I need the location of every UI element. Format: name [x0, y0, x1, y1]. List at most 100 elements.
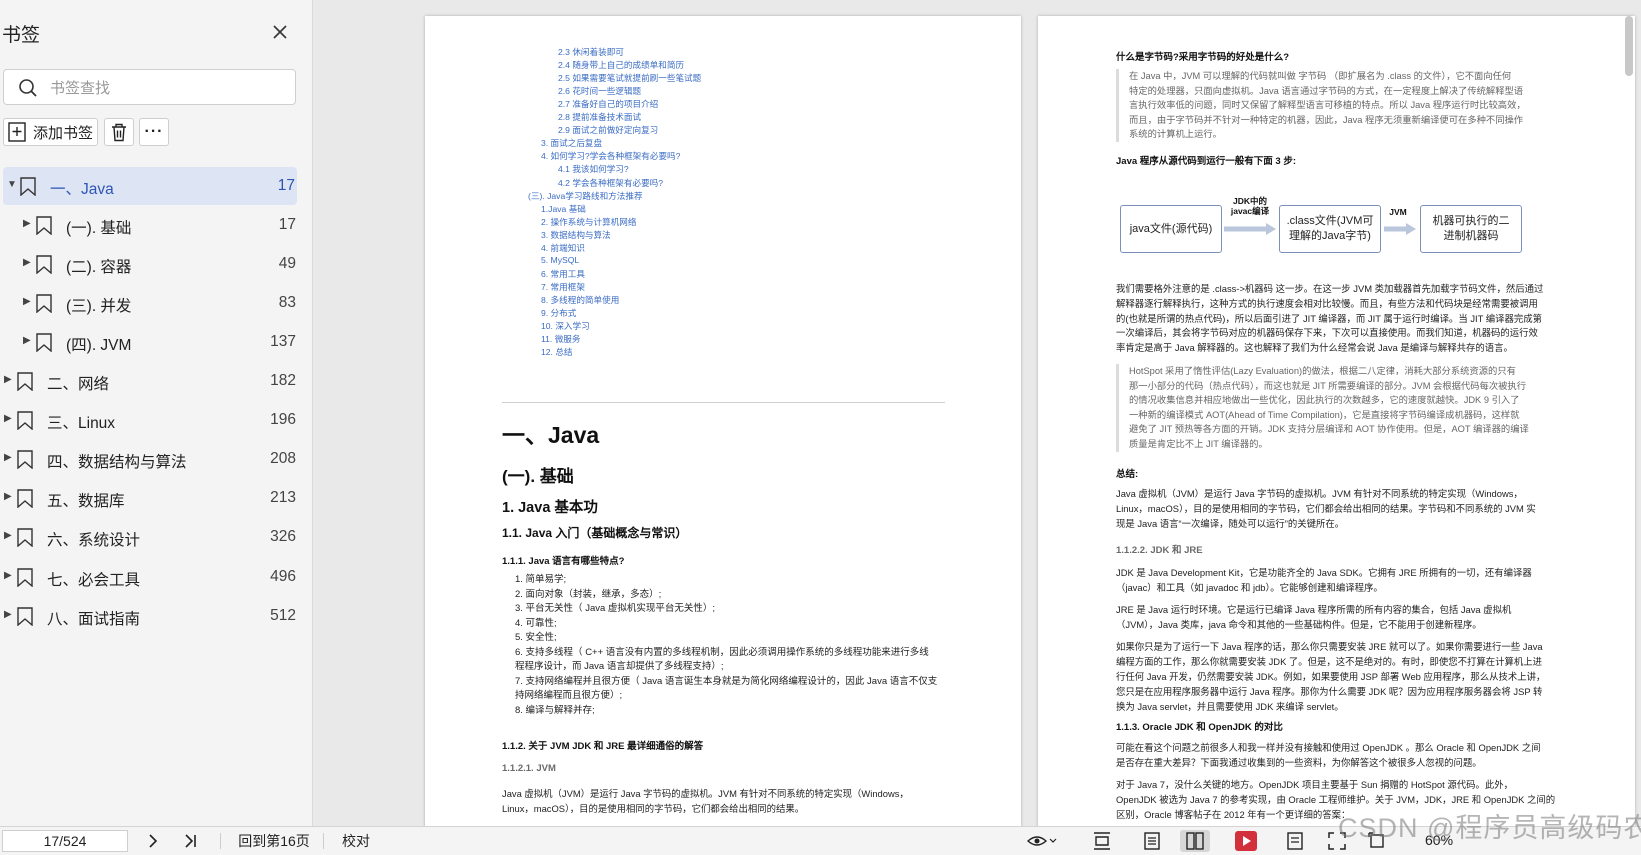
caret-right-icon[interactable]: ▶	[4, 413, 12, 424]
search-input[interactable]	[48, 76, 282, 100]
bookmark-item[interactable]: ▶ 二、网络 182	[0, 362, 298, 400]
add-bookmark-button[interactable]: 添加书签	[3, 118, 98, 146]
bookmark-icon	[17, 528, 33, 547]
double-page-icon	[1186, 832, 1204, 850]
last-page-icon	[185, 834, 196, 848]
bookmark-page-number: 182	[270, 372, 296, 389]
search-icon	[19, 79, 37, 97]
bookmark-label: 六、系统设计	[47, 532, 141, 549]
toc-link[interactable]: 3. 面试之后复盘	[541, 137, 602, 149]
diagram-box-source: java文件(源代码)	[1120, 205, 1222, 253]
caret-right-icon[interactable]: ▶	[23, 218, 31, 229]
caret-right-icon[interactable]: ▶	[4, 570, 12, 581]
paragraph: JDK 是 Java Development Kit，它是功能齐全的 Java …	[1116, 567, 1532, 593]
next-page-button[interactable]	[142, 830, 164, 852]
bookmark-icon	[17, 489, 33, 508]
toc-link[interactable]: 4. 前端知识	[541, 242, 585, 254]
toc-link[interactable]: 10. 深入学习	[541, 320, 590, 332]
toc-link[interactable]: 2.7 准备好自己的项目介绍	[558, 98, 658, 110]
summary-heading: 总结:	[1116, 469, 1139, 480]
bookmark-item[interactable]: ▶ (二). 容器 49	[0, 245, 298, 283]
chevron-right-icon	[149, 834, 158, 848]
caret-down-icon[interactable]: ▼	[7, 179, 17, 190]
list-item: 5. 安全性;	[515, 632, 557, 643]
list-item: 6. 支持多线程（ C++ 语言没有内置的多线程机制，因此必须调用操作系统的多线…	[515, 646, 929, 658]
toc-link[interactable]: 7. 常用框架	[541, 281, 585, 293]
page-number-input[interactable]: 17/524	[2, 830, 128, 852]
bookmark-item[interactable]: ▶ 五、数据库 213	[0, 479, 298, 517]
bookmark-page-number: 49	[278, 255, 296, 272]
toc-link[interactable]: 3. 数据结构与算法	[541, 229, 611, 241]
toc-link[interactable]: 2. 操作系统与计算机网络	[541, 216, 637, 228]
list-item: 4. 可靠性;	[515, 617, 557, 629]
caret-right-icon[interactable]: ▶	[23, 296, 31, 307]
toc-link[interactable]: (三). Java学习路线和方法推荐	[528, 190, 643, 202]
trash-icon	[112, 123, 126, 142]
caret-right-icon[interactable]: ▶	[4, 609, 12, 620]
more-options-button[interactable]: ···	[139, 118, 169, 146]
eye-mode-button[interactable]	[1024, 830, 1060, 852]
toc-link[interactable]: 2.4 随身带上自己的成绩单和简历	[558, 59, 684, 71]
toc-link[interactable]: 2.3 休闲着装即可	[558, 46, 624, 58]
proofread-button[interactable]: 校对	[338, 830, 374, 852]
paragraph: 我们需要格外注意的是 .class->机器码 这一步。在这一步 JVM 类加载器…	[1116, 283, 1544, 354]
toc-link[interactable]: 9. 分布式	[541, 307, 576, 319]
double-page-button[interactable]	[1180, 830, 1210, 852]
watermark: CSDN @程序员高级码农	[1338, 813, 1641, 843]
more-icon: ···	[144, 123, 164, 140]
toc-link[interactable]: 5. MySQL	[541, 255, 579, 265]
toc-link[interactable]: 2.9 面试之前做好定向复习	[558, 124, 658, 136]
bookmark-page-number: 17	[277, 177, 295, 194]
bookmark-icon	[17, 450, 33, 469]
toc-link[interactable]: 2.6 花时间一些逻辑题	[558, 85, 641, 97]
play-button[interactable]	[1232, 830, 1260, 852]
caret-right-icon[interactable]: ▶	[4, 374, 12, 385]
bookmark-search[interactable]	[3, 69, 296, 105]
caret-right-icon[interactable]: ▶	[4, 530, 12, 541]
bookmark-item[interactable]: ▶ (四). JVM 137	[0, 323, 298, 361]
close-icon[interactable]	[270, 22, 290, 42]
toc-link[interactable]: 4. 如何学习?学会各种框架有必要吗?	[541, 150, 680, 162]
toc-link[interactable]: 4.2 学会各种框架有必要吗?	[558, 177, 663, 189]
bookmark-label: 四、数据结构与算法	[47, 454, 187, 471]
toc-link[interactable]: 6. 常用工具	[541, 268, 585, 280]
scrollbar[interactable]	[1625, 16, 1633, 76]
bookmark-item[interactable]: ▶ 八、面试指南 512	[0, 597, 298, 635]
toc-link[interactable]: 8. 多线程的简单使用	[541, 294, 619, 306]
add-bookmark-label: 添加书签	[33, 124, 94, 142]
bookmark-view-button[interactable]	[1283, 830, 1307, 852]
delete-bookmark-button[interactable]	[104, 118, 134, 146]
question-heading: 1.1.2. 关于 JVM JDK 和 JRE 最详细通俗的解答	[502, 741, 704, 752]
fit-width-button[interactable]	[1090, 830, 1114, 852]
bookmark-label: 一、Java	[50, 181, 114, 198]
bookmark-item[interactable]: ▶ 四、数据结构与算法 208	[0, 440, 298, 478]
toc-link[interactable]: 2.8 提前准备技术面试	[558, 111, 641, 123]
subsection-heading: 1. Java 基本功	[502, 500, 598, 516]
bookmark-page-number: 137	[270, 333, 296, 350]
bookmark-label: 七、必会工具	[47, 572, 141, 589]
bookmark-item[interactable]: ▶ (三). 并发 83	[0, 284, 298, 322]
bookmark-item[interactable]: ▶ 三、Linux 196	[0, 401, 298, 439]
caret-right-icon[interactable]: ▶	[4, 491, 12, 502]
toc-link[interactable]: 1.Java 基础	[541, 203, 586, 215]
toc-link[interactable]: 4.1 我该如何学习?	[558, 163, 629, 175]
caret-right-icon[interactable]: ▶	[23, 257, 31, 268]
back-to-page-button[interactable]: 回到第16页	[234, 830, 314, 852]
divider	[502, 402, 945, 403]
bookmark-item[interactable]: ▶ 七、必会工具 496	[0, 558, 298, 596]
arrow-icon	[1384, 223, 1416, 235]
toc-link[interactable]: 12. 总结	[541, 346, 573, 358]
toc-link[interactable]: 11. 微服务	[541, 333, 580, 345]
play-icon	[1235, 831, 1257, 851]
bookmark-item[interactable]: ▶ (一). 基础 17	[0, 206, 298, 244]
caret-right-icon[interactable]: ▶	[4, 452, 12, 463]
single-page-button[interactable]	[1140, 830, 1164, 852]
last-page-button[interactable]	[180, 830, 202, 852]
bookmark-item[interactable]: ▼ 一、Java 17	[3, 167, 297, 205]
page-view-icon	[1287, 832, 1303, 850]
diagram-box-machine-code: 机器可执行的二 进制机器码	[1420, 205, 1522, 253]
toc-link[interactable]: 2.5 如果需要笔试就提前刷一些笔试题	[558, 72, 701, 84]
bookmark-item[interactable]: ▶ 六、系统设计 326	[0, 518, 298, 556]
list-item: 3. 平台无关性（ Java 虚拟机实现平台无关性）;	[515, 603, 716, 614]
caret-right-icon[interactable]: ▶	[23, 335, 31, 346]
